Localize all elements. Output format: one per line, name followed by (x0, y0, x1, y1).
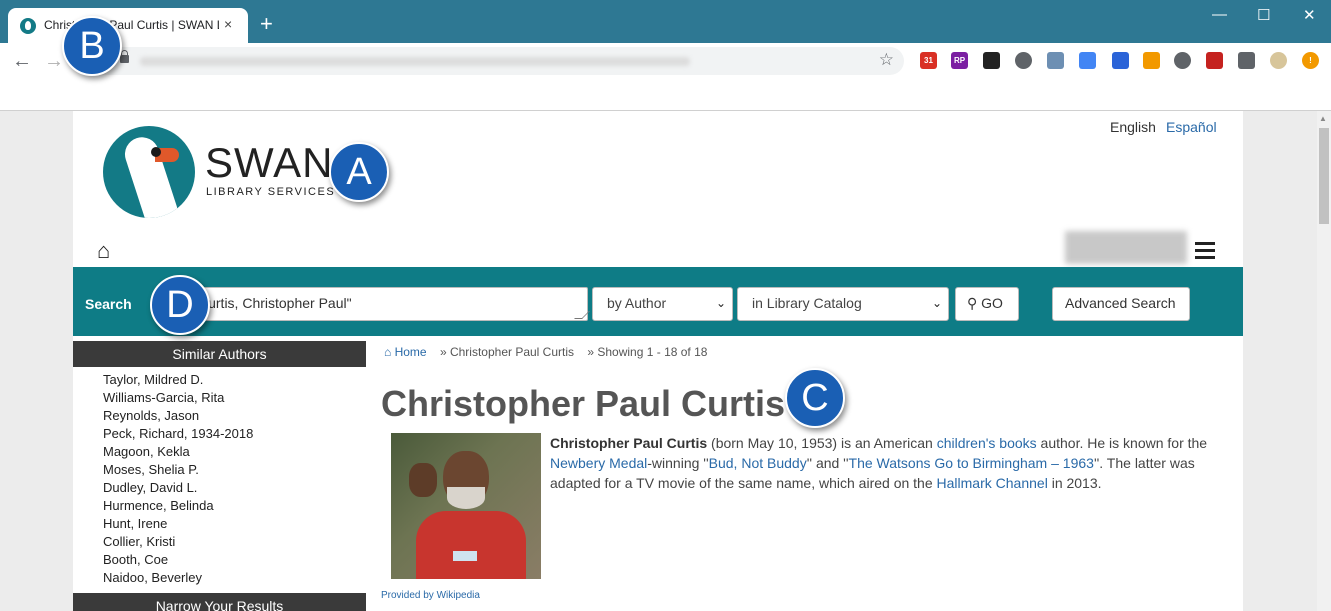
bio-author-name: Christopher Paul Curtis (550, 435, 708, 451)
search-type-select[interactable]: by Author ⌄ (592, 287, 733, 321)
similar-author-link[interactable]: Hunt, Irene (103, 515, 253, 533)
narrow-results-heading[interactable]: Narrow Your Results (73, 593, 366, 611)
search-scope-select[interactable]: in Library Catalog ⌄ (737, 287, 949, 321)
swan-favicon-icon (20, 18, 36, 34)
similar-author-link[interactable]: Collier, Kristi (103, 533, 253, 551)
breadcrumb: ⌂ Home » Christopher Paul Curtis » Showi… (384, 345, 707, 359)
eyedropper-extension-icon[interactable] (1112, 52, 1129, 69)
new-tab-button[interactable]: + (260, 13, 273, 35)
rp-extension-icon[interactable]: RP (951, 52, 968, 69)
search-type-value: by Author (607, 295, 667, 311)
home-icon[interactable]: ⌂ (97, 240, 110, 262)
profile-extension-icon[interactable] (1270, 52, 1287, 69)
bio-link-watsons[interactable]: The Watsons Go to Birmingham – 1963 (849, 455, 1094, 471)
bio-link-hallmark-channel[interactable]: Hallmark Channel (937, 475, 1048, 491)
scroll-up-icon[interactable]: ▲ (1319, 114, 1327, 123)
books-extension-icon[interactable] (1047, 52, 1064, 69)
calendar-extension-icon[interactable]: 31 (920, 52, 937, 69)
scrollbar-thumb[interactable] (1319, 128, 1329, 224)
breadcrumb-author: » Christopher Paul Curtis (439, 345, 575, 359)
similar-author-link[interactable]: Peck, Richard, 1934-2018 (103, 425, 253, 443)
similar-author-link[interactable]: Williams-Garcia, Rita (103, 389, 253, 407)
language-spanish-link[interactable]: Español (1166, 119, 1217, 135)
logo-subtitle: LIBRARY SERVICES (206, 186, 336, 198)
browser-tabstrip: Christopher Paul Curtis | SWAN Library S… (0, 0, 1331, 43)
swan-neck-shape (120, 132, 180, 218)
chevron-down-icon: ⌄ (931, 296, 942, 310)
breadcrumb-home-link[interactable]: Home (395, 345, 427, 359)
breadcrumb-home-icon[interactable]: ⌂ (384, 345, 391, 359)
similar-author-link[interactable]: Booth, Coe (103, 551, 253, 569)
photo-beard-shape (447, 487, 485, 509)
wordpress-extension-icon[interactable] (1015, 52, 1032, 69)
pdf-extension-icon[interactable] (1206, 52, 1223, 69)
photo-badge-shape (453, 551, 477, 561)
maximize-icon[interactable]: ☐ (1257, 6, 1270, 24)
bookmark-star-icon[interactable]: ☆ (879, 50, 894, 70)
photo-shirt-shape (416, 511, 526, 579)
bio-text: -winning '' (647, 455, 709, 471)
search-label: Search (85, 296, 132, 312)
search-icon: ⚲ (967, 295, 978, 311)
advanced-search-button[interactable]: Advanced Search (1052, 287, 1190, 321)
similar-author-link[interactable]: Moses, Shelia P. (103, 461, 253, 479)
author-photo (391, 433, 541, 579)
bio-text: in 2013. (1047, 475, 1102, 491)
lock-icon (120, 50, 129, 63)
bio-text: '' and '' (806, 455, 849, 471)
address-bar[interactable]: ☆ (78, 47, 904, 75)
chevron-down-icon: ⌄ (715, 296, 726, 310)
similar-author-link[interactable]: Taylor, Mildred D. (103, 371, 253, 389)
account-redacted[interactable] (1065, 231, 1187, 264)
similar-author-link[interactable]: Naidoo, Beverley (103, 569, 253, 587)
minimize-icon[interactable]: — (1212, 6, 1227, 23)
annotation-marker-c: C (785, 368, 845, 428)
search-input[interactable]: Curtis, Christopher Paul" (187, 287, 588, 321)
swan-logo-icon[interactable] (103, 126, 195, 218)
url-redacted (140, 57, 690, 66)
logo-title[interactable]: SWAN (205, 142, 333, 184)
bio-text: (born May 10, 1953) is an American (707, 435, 937, 451)
alert-extension-icon[interactable]: ! (1302, 52, 1319, 69)
annotation-marker-b: B (62, 16, 122, 76)
bio-link-newbery-medal[interactable]: Newbery Medal (550, 455, 647, 471)
close-window-icon[interactable]: ✕ (1303, 6, 1316, 24)
search-scope-value: in Library Catalog (752, 295, 862, 311)
browser-tab[interactable]: Christopher Paul Curtis | SWAN Library S… (8, 8, 248, 43)
carrot-extension-icon[interactable] (1143, 52, 1160, 69)
similar-author-link[interactable]: Magoon, Kekla (103, 443, 253, 461)
annotation-marker-a: A (329, 142, 389, 202)
similar-author-link[interactable]: Dudley, David L. (103, 479, 253, 497)
go-button[interactable]: ⚲ GO (955, 287, 1019, 321)
author-heading: Christopher Paul Curtis (381, 383, 786, 424)
circle-extension-icon[interactable] (1174, 52, 1191, 69)
similar-author-link[interactable]: Reynolds, Jason (103, 407, 253, 425)
reader-extension-icon[interactable] (1079, 52, 1096, 69)
bio-link-bud-not-buddy[interactable]: Bud, Not Buddy (709, 455, 807, 471)
tab-close-icon[interactable]: × (224, 16, 232, 32)
swan-eye-shape (151, 147, 161, 157)
breadcrumb-showing: » Showing 1 - 18 of 18 (587, 345, 708, 359)
bio-link-childrens-books[interactable]: children's books (937, 435, 1037, 451)
similar-author-link[interactable]: Hurmence, Belinda (103, 497, 253, 515)
hamburger-menu-icon[interactable] (1195, 242, 1215, 263)
author-bio: Christopher Paul Curtis (born May 10, 19… (550, 433, 1235, 493)
puzzle-extension-icon[interactable] (1238, 52, 1255, 69)
wikipedia-credit-link[interactable]: Provided by Wikipedia (381, 590, 480, 601)
similar-authors-list: Taylor, Mildred D. Williams-Garcia, Rita… (103, 371, 253, 587)
grid-extension-icon[interactable] (983, 52, 1000, 69)
photo-fist-shape (409, 463, 437, 497)
language-english: English (1110, 119, 1156, 135)
bio-text: author. He is known for the (1036, 435, 1208, 451)
annotation-marker-d: D (150, 275, 210, 335)
similar-authors-heading: Similar Authors (73, 341, 366, 367)
go-button-label: GO (981, 295, 1003, 311)
forward-arrow-icon[interactable]: → (44, 50, 64, 73)
browser-toolbar: ← → ☆ 31 RP! (0, 43, 1331, 80)
back-arrow-icon[interactable]: ← (12, 50, 32, 73)
